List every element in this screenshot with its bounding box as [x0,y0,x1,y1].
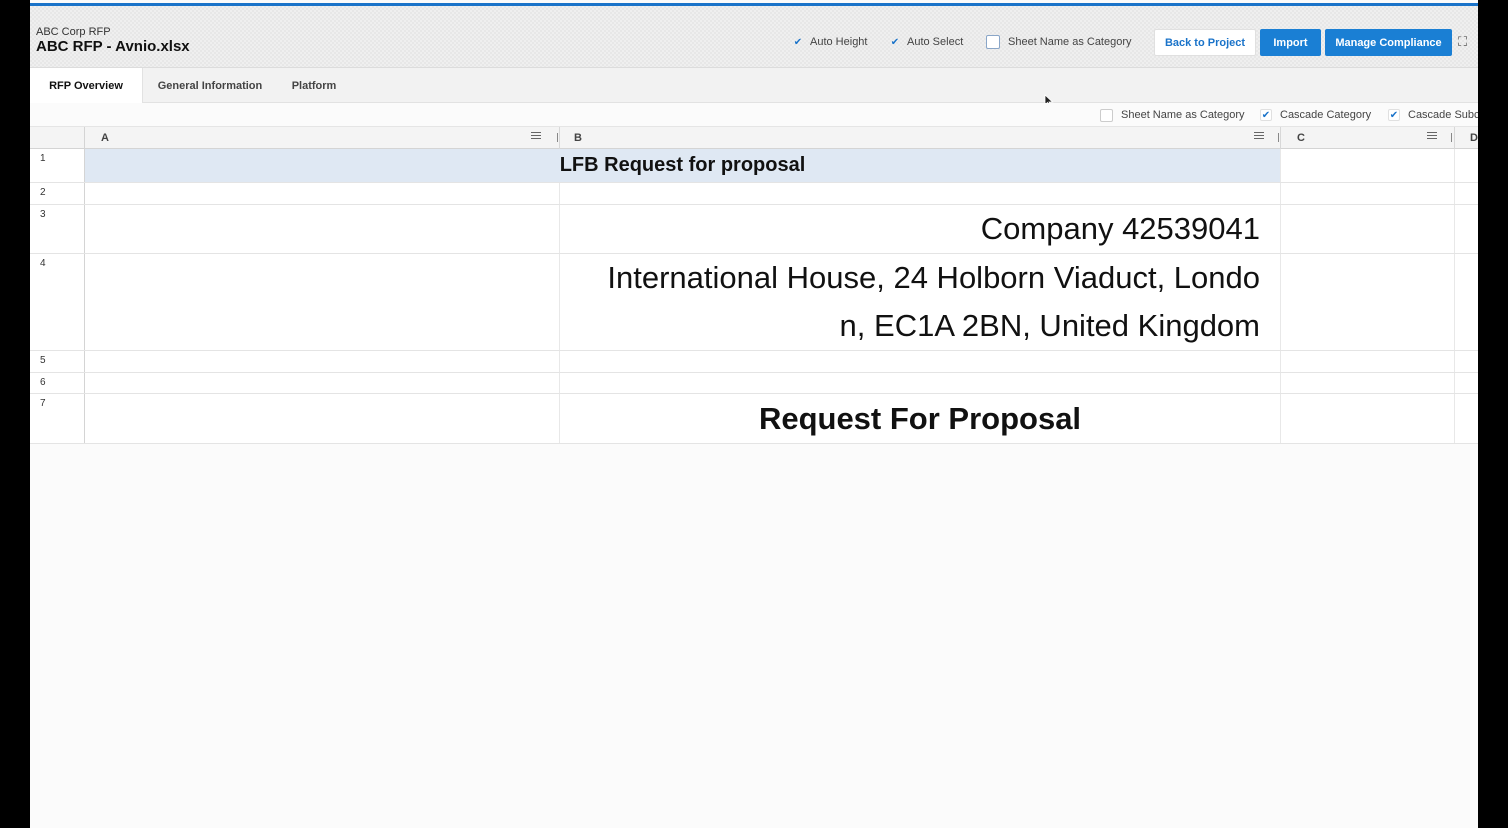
unchecked-box-icon [986,35,1000,49]
grid-options-bar: Sheet Name as Category ✔ Cascade Categor… [30,103,1478,127]
project-name: ABC Corp RFP [36,26,111,38]
tab-rfp-overview[interactable]: RFP Overview [30,68,143,103]
table-row: 4 International House, 24 Holborn Viaduc… [30,254,1478,351]
sheet-tabs: RFP Overview General Information Platfor… [30,68,1478,103]
table-row: 6 [30,373,1478,394]
address-line-1: International House, 24 Holborn Viaduct,… [607,260,1260,295]
column-header-a[interactable]: A [85,127,560,149]
cell-b6[interactable] [560,373,1281,393]
import-button[interactable]: Import [1260,29,1321,56]
column-header-d[interactable]: D [1455,127,1478,149]
check-icon: ✔ [1388,109,1400,121]
cell-a7[interactable] [85,394,560,443]
column-resize-icon[interactable] [1278,133,1279,142]
cell-c1[interactable] [1281,149,1455,182]
column-menu-icon[interactable] [531,132,541,142]
tab-general-information[interactable]: General Information [143,68,277,103]
cell-b2[interactable] [560,183,1281,204]
auto-select-checkbox[interactable]: ✔ Auto Select [889,34,963,50]
row-number: 2 [30,183,85,204]
column-resize-icon[interactable] [557,133,558,142]
spreadsheet-grid: A B C D 1 LFB Request for proposal 2 3 C… [30,127,1478,444]
back-to-project-button[interactable]: Back to Project [1154,29,1256,56]
manage-compliance-button[interactable]: Manage Compliance [1325,29,1452,56]
row-number: 5 [30,351,85,372]
cell-a3[interactable] [85,205,560,253]
check-icon: ✔ [793,36,803,48]
table-row: 3 Company 42539041 [30,205,1478,254]
row-number: 6 [30,373,85,393]
row-number: 7 [30,394,85,443]
cascade-category-label: Cascade Category [1280,109,1372,121]
cell-a4[interactable] [85,254,560,350]
column-menu-icon[interactable] [1254,132,1264,142]
cascade-subcategory-option[interactable]: ✔ Cascade Subc [1388,107,1478,123]
cell-b7[interactable]: Request For Proposal [560,394,1281,443]
sheet-name-category-option-label: Sheet Name as Category [1121,109,1245,121]
cell-c2[interactable] [1281,183,1455,204]
row-number: 4 [30,254,85,350]
sheet-name-category-label: Sheet Name as Category [1008,36,1132,48]
column-header-b[interactable]: B [560,127,1281,149]
cell-b4[interactable]: International House, 24 Holborn Viaduct,… [560,254,1281,350]
cell-c6[interactable] [1281,373,1455,393]
sheet-name-category-option[interactable]: Sheet Name as Category [1100,107,1245,123]
column-label-c: C [1297,132,1305,144]
cascade-subcategory-label: Cascade Subc [1408,109,1478,121]
check-icon: ✔ [1260,109,1272,121]
table-row: 5 [30,351,1478,373]
table-row: 1 LFB Request for proposal [30,149,1478,183]
file-name: ABC RFP - Avnio.xlsx [36,38,190,55]
column-resize-icon[interactable] [1451,133,1452,142]
auto-select-label: Auto Select [907,36,964,48]
table-row: 2 [30,183,1478,205]
header: ABC Corp RFP ABC RFP - Avnio.xlsx ✔ Auto… [30,6,1478,68]
auto-height-checkbox[interactable]: ✔ Auto Height [792,34,868,50]
unchecked-box-icon [1100,108,1113,122]
cell-c7[interactable] [1281,394,1455,443]
sheet-name-category-checkbox[interactable]: Sheet Name as Category [986,34,1132,50]
cell-c5[interactable] [1281,351,1455,372]
address-line-2: n, EC1A 2BN, United Kingdom [839,308,1260,343]
cell-b5[interactable] [560,351,1281,372]
row-number: 3 [30,205,85,253]
column-label-b: B [574,132,582,144]
row-number: 1 [30,149,85,182]
column-label-a: A [101,132,109,144]
corner-cell [30,127,85,149]
check-icon: ✔ [890,36,900,48]
import-app: ABC Corp RFP ABC RFP - Avnio.xlsx ✔ Auto… [30,0,1478,828]
cell-c3[interactable] [1281,205,1455,253]
expand-icon[interactable]: ⛶ [1458,35,1472,49]
tab-platform[interactable]: Platform [277,68,351,103]
cell-c4[interactable] [1281,254,1455,350]
column-header-c[interactable]: C [1281,127,1455,149]
table-row: 7 Request For Proposal [30,394,1478,444]
column-menu-icon[interactable] [1427,132,1437,142]
cascade-category-option[interactable]: ✔ Cascade Category [1260,107,1371,123]
column-label-d: D [1470,132,1478,144]
cell-a6[interactable] [85,373,560,393]
cell-a1-merged[interactable]: LFB Request for proposal [85,149,1281,182]
cell-a2[interactable] [85,183,560,204]
cell-b3[interactable]: Company 42539041 [560,205,1281,253]
auto-height-label: Auto Height [810,36,868,48]
cell-a5[interactable] [85,351,560,372]
column-header-row: A B C D [30,127,1478,149]
